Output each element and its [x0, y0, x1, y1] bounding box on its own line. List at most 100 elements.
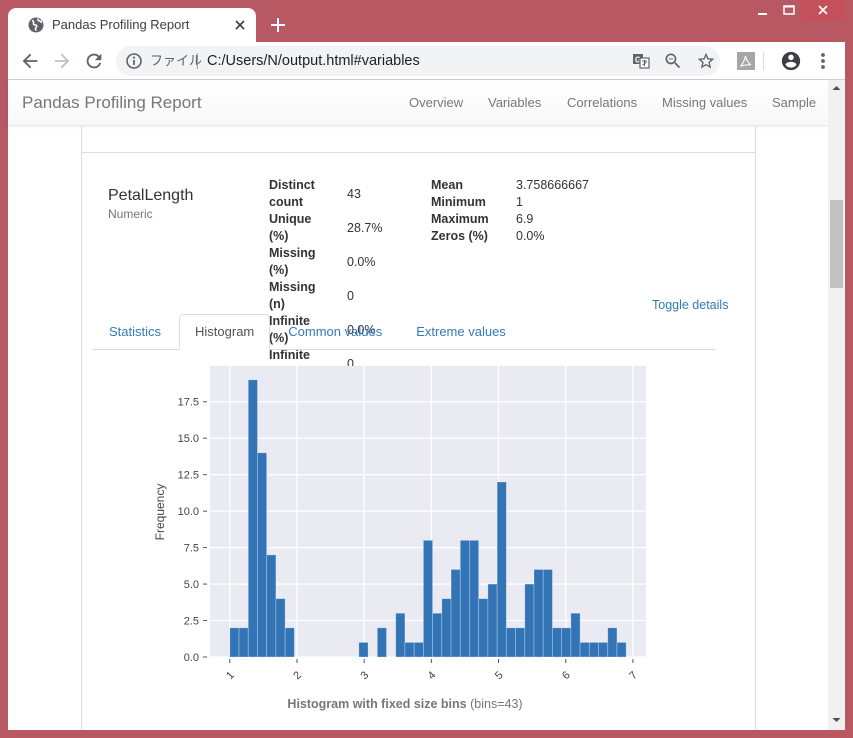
scheme-label: ファイル	[150, 53, 203, 68]
stat-label: Distinct count	[269, 178, 315, 209]
nav-link-missing-values[interactable]: Missing values	[662, 95, 747, 111]
histogram-bar	[404, 642, 415, 658]
histogram-bar	[598, 642, 609, 658]
minimize-button[interactable]	[750, 0, 776, 22]
stat-row: Missing (n) 0	[269, 279, 407, 313]
more-vert-icon[interactable]	[813, 50, 833, 72]
tab-title: Pandas Profiling Report	[52, 17, 190, 32]
nav-link-overview[interactable]: Overview	[409, 95, 463, 111]
vertical-scrollbar[interactable]	[828, 80, 845, 730]
container-border-right	[755, 126, 756, 730]
stat-row: Maximum 6.9	[431, 211, 616, 228]
tab-histogram[interactable]: Histogram	[179, 314, 271, 350]
histogram-bar	[395, 612, 406, 658]
stat-value: 0.0%	[516, 229, 545, 243]
stat-label: Minimum	[431, 195, 486, 209]
maximize-button[interactable]	[776, 0, 802, 22]
histogram-bar	[552, 627, 563, 658]
stat-label: Unique (%)	[269, 212, 312, 243]
nav-link-sample[interactable]: Sample	[772, 95, 816, 111]
histogram-bar	[275, 598, 286, 658]
chart-caption: Histogram with fixed size bins (bins=43)	[150, 696, 660, 712]
section-divider	[81, 152, 756, 153]
x-tick-label: 4	[426, 669, 439, 682]
star-icon[interactable]	[696, 51, 716, 71]
variable-name: PetalLength	[108, 187, 194, 204]
scroll-up-arrow-icon[interactable]	[831, 83, 842, 93]
x-tick-label: 1	[224, 669, 237, 682]
y-axis-label: Frequency	[153, 484, 167, 541]
stat-row: Mean 3.758666667	[431, 177, 616, 194]
stat-value: 3.758666667	[516, 178, 589, 192]
stat-label: Missing (%)	[269, 246, 316, 277]
histogram-bar	[561, 627, 572, 658]
account-icon[interactable]	[780, 50, 802, 72]
histogram-bar	[238, 627, 249, 658]
translate-icon[interactable]: G	[631, 51, 651, 71]
y-axis: 0.0 2.5 5.0 7.5 10.0 12.5 15.0 17.5	[178, 397, 207, 664]
reload-icon[interactable]	[83, 50, 105, 72]
stat-value: 43	[347, 186, 361, 201]
plus-icon[interactable]	[270, 17, 286, 33]
histogram-chart: 0.0 2.5 5.0 7.5 10.0 12.5 15.0 17.5 1 2 3 4 5 6 7 Fre…	[153, 366, 646, 682]
variable-stats-table-right: Mean 3.758666667 Minimum 1 Maximum 6.9 Zero…	[431, 177, 616, 245]
stat-label: Zeros (%)	[431, 229, 488, 243]
histogram-bar	[533, 569, 544, 658]
x-tick-label: 2	[291, 669, 304, 682]
stat-value: 0.0%	[347, 254, 376, 269]
y-tick-label: 17.5	[178, 397, 199, 409]
stat-label: Maximum	[431, 212, 489, 226]
stat-value: 6.9	[516, 212, 534, 226]
pdf-icon[interactable]	[737, 52, 755, 70]
x-tick-label: 5	[493, 669, 506, 682]
tab-extreme-values[interactable]: Extreme values	[400, 314, 522, 350]
stat-row: Distinct count 43	[269, 177, 407, 211]
histogram-bar	[266, 554, 277, 658]
y-tick-label: 2.5	[184, 616, 199, 628]
tab-common-values[interactable]: Common values	[272, 314, 398, 350]
histogram-bar	[247, 379, 258, 658]
histogram-bar	[579, 642, 590, 658]
y-tick-label: 0.0	[184, 652, 199, 664]
container-border-left	[81, 126, 82, 730]
minimize-icon	[758, 13, 767, 15]
histogram-bar	[607, 627, 618, 658]
variable-type: Numeric	[108, 207, 153, 221]
histogram-bar	[496, 481, 507, 658]
histogram-bar	[441, 598, 452, 658]
back-arrow-icon[interactable]	[19, 50, 41, 72]
zoom-out-icon[interactable]	[663, 51, 683, 71]
histogram-bar	[570, 612, 581, 658]
window-close-button[interactable]	[801, 0, 845, 21]
scrollbar-thumb[interactable]	[830, 200, 843, 288]
variable-tabs: Statistics Histogram Common values Extre…	[93, 314, 715, 350]
forward-arrow-icon[interactable]	[51, 50, 73, 72]
histogram-bar	[229, 627, 240, 658]
url-text[interactable]: C:/Users/N/output.html#variables	[207, 52, 420, 70]
y-tick-label: 10.0	[178, 506, 199, 518]
y-tick-label: 12.5	[178, 470, 199, 482]
nav-link-correlations[interactable]: Correlations	[567, 95, 637, 111]
histogram-bar	[469, 539, 480, 658]
maximize-icon	[783, 5, 795, 15]
stat-label: Missing (n)	[269, 280, 316, 311]
variable-stats-table-left: Distinct count 43 Unique (%) 28.7% Missing…	[269, 177, 407, 381]
close-icon[interactable]	[233, 18, 247, 32]
browser-tab[interactable]: Pandas Profiling Report	[8, 8, 256, 42]
stat-row: Missing (%) 0.0%	[269, 245, 407, 279]
histogram-bar	[505, 627, 516, 658]
navbar-brand[interactable]: Pandas Profiling Report	[22, 93, 202, 113]
histogram-bar	[257, 452, 268, 658]
histogram-bar	[478, 598, 489, 658]
histogram-bar	[459, 539, 470, 658]
y-tick-label: 5.0	[184, 579, 199, 591]
toggle-details-link[interactable]: Toggle details	[652, 297, 728, 313]
histogram-bar	[422, 539, 434, 658]
tab-statistics[interactable]: Statistics	[93, 314, 177, 350]
scroll-down-arrow-icon[interactable]	[831, 715, 842, 725]
histogram-bar	[487, 583, 498, 658]
info-icon[interactable]	[125, 52, 143, 70]
x-tick-label: 3	[358, 669, 371, 682]
nav-link-variables[interactable]: Variables	[488, 95, 541, 111]
histogram-bar	[284, 627, 295, 658]
